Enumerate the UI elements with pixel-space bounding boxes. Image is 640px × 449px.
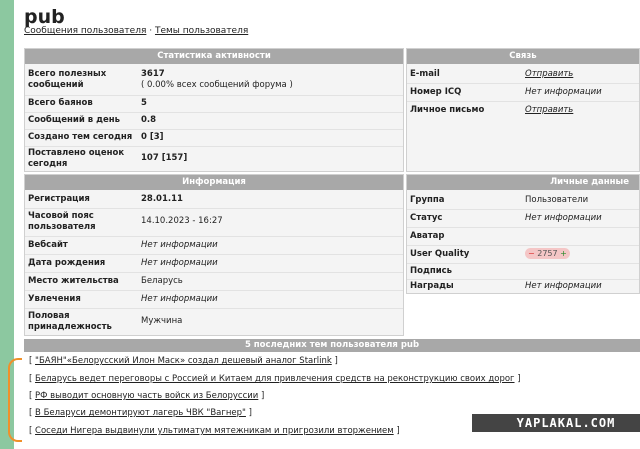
personal-label: Подпись [410, 266, 453, 276]
contact-label: Номер ICQ [410, 87, 462, 97]
contact-header: Связь [407, 49, 639, 64]
minus-vote-button[interactable]: − [528, 249, 535, 258]
info-label: Регистрация [28, 194, 90, 204]
site-watermark: YAPLAKAL.COM [472, 414, 640, 432]
stats-label: Всего баянов [28, 98, 93, 108]
info-label: Половая принадлежность [28, 311, 112, 332]
info-row-location: Место жительства Беларусь [25, 272, 403, 291]
info-row-registration: Регистрация 28.01.11 [25, 191, 403, 209]
contact-row-email: E-mail Отправить [407, 65, 639, 84]
personal-label: Награды [410, 281, 454, 291]
topic-item[interactable]: [ В Беларуси демонтируют лагерь ЧВК "Ваг… [29, 407, 252, 420]
info-label: Место жительства [28, 276, 119, 286]
contact-label: E-mail [410, 69, 440, 79]
personal-value: Нет информации [525, 213, 602, 223]
topic-link[interactable]: "БАЯН"«Белорусский Илон Маск» создал деш… [35, 356, 332, 366]
topic-link[interactable]: В Беларуси демонтируют лагерь ЧВК "Вагне… [35, 408, 246, 418]
stats-value: 5 [141, 98, 147, 108]
user-posts-link[interactable]: Сообщения пользователя [24, 26, 146, 36]
info-panel: Информация Регистрация 28.01.11 Часовой … [24, 174, 404, 336]
email-send-link[interactable]: Отправить [525, 69, 573, 80]
stats-value: 107 [157] [141, 153, 188, 163]
info-value: Нет информации [141, 294, 218, 304]
info-value: Нет информации [141, 240, 218, 250]
annotation-bracket [8, 358, 22, 442]
info-header: Информация [25, 175, 403, 190]
profile-page: pub Сообщения пользователя · Темы пользо… [24, 0, 640, 449]
topic-item[interactable]: [ Беларусь ведет переговоры с Россией и … [29, 373, 521, 386]
info-value: Мужчина [141, 316, 183, 326]
stats-label: Сообщений в день [28, 115, 120, 125]
personal-label: Статус [410, 213, 443, 223]
stats-row-useful-posts: Всего полезных сообщений 3617( 0.00% все… [25, 65, 403, 96]
personal-panel: Личные данные Группа Пользователи Статус… [406, 174, 640, 294]
info-row-gender: Половая принадлежность Мужчина [25, 308, 403, 336]
user-topics-link[interactable]: Темы пользователя [155, 26, 248, 36]
stats-value: 0.8 [141, 115, 157, 125]
personal-row-status: Статус Нет информации [407, 209, 639, 228]
topic-link[interactable]: Беларусь ведет переговоры с Россией и Ки… [35, 374, 514, 384]
stats-row-posts-per-day: Сообщений в день 0.8 [25, 112, 403, 130]
info-label: Увлечения [28, 294, 81, 304]
stats-header: Статистика активности [25, 49, 403, 64]
personal-value: Пользователи [525, 195, 589, 205]
personal-label: User Quality [410, 249, 470, 259]
stats-label: Создано тем сегодня [28, 132, 133, 142]
user-quality-badge: − 2757 + [525, 248, 570, 260]
info-value: 14.10.2023 - 16:27 [141, 216, 223, 226]
topic-item[interactable]: [ РФ выводит основную часть войск из Бел… [29, 390, 264, 403]
user-links: Сообщения пользователя · Темы пользовате… [24, 26, 248, 36]
stats-value: 0 [3] [141, 132, 164, 142]
personal-row-awards: Награды Нет информации [407, 279, 639, 294]
personal-label: Группа [410, 195, 445, 205]
info-row-birthday: Дата рождения Нет информации [25, 254, 403, 273]
personal-value: Нет информации [525, 281, 602, 291]
topics-header: 5 последних тем пользователя pub [24, 339, 640, 352]
topic-bracket-close: ] [393, 426, 400, 436]
links-separator: · [146, 26, 155, 36]
page-title: pub [24, 6, 65, 28]
topic-item[interactable]: [ Соседи Нигера выдвинули ультиматум мят… [29, 425, 400, 438]
stats-label: Поставлено оценок сегодня [28, 148, 125, 169]
info-value: 28.01.11 [141, 194, 183, 204]
info-label: Часовой пояс пользователя [28, 211, 96, 232]
topic-bracket-close: ] [258, 391, 265, 401]
contact-panel: Связь E-mail Отправить Номер ICQ Нет инф… [406, 48, 640, 172]
stats-row-topics-today: Создано тем сегодня 0 [3] [25, 129, 403, 147]
info-value: Нет информации [141, 258, 218, 268]
personal-row-group: Группа Пользователи [407, 191, 639, 210]
info-label: Вебсайт [28, 240, 68, 250]
stats-value: 3617( 0.00% всех сообщений форума ) [141, 69, 293, 91]
info-row-timezone: Часовой пояс пользователя 14.10.2023 - 1… [25, 208, 403, 237]
pm-send-link[interactable]: Отправить [525, 105, 573, 116]
topic-link[interactable]: Соседи Нигера выдвинули ультиматум мятеж… [35, 426, 394, 436]
topic-bracket-close: ] [331, 356, 338, 366]
info-row-hobbies: Увлечения Нет информации [25, 290, 403, 309]
useful-posts-count: 3617 [141, 69, 165, 79]
contact-value: Нет информации [525, 87, 602, 97]
topic-item[interactable]: [ "БАЯН"«Белорусский Илон Маск» создал д… [29, 355, 338, 368]
info-row-website: Вебсайт Нет информации [25, 236, 403, 255]
personal-label: Аватар [410, 231, 445, 241]
topic-bracket-close: ] [514, 374, 521, 384]
topic-link[interactable]: РФ выводит основную часть войск из Белор… [35, 391, 258, 401]
stats-row-bayans: Всего баянов 5 [25, 95, 403, 113]
quality-pill: − 2757 + [525, 248, 570, 259]
quality-score: 2757 [537, 249, 558, 258]
info-value: Беларусь [141, 276, 183, 286]
info-label: Дата рождения [28, 258, 106, 268]
personal-row-signature: Подпись [407, 263, 639, 280]
personal-row-quality: User Quality − 2757 + [407, 245, 639, 264]
topic-bracket-close: ] [245, 408, 252, 418]
plus-vote-button[interactable]: + [560, 249, 567, 258]
contact-row-pm: Личное письмо Отправить [407, 101, 639, 119]
stats-row-ratings-today: Поставлено оценок сегодня 107 [157] [25, 146, 403, 172]
stats-label: Всего полезных сообщений [28, 69, 107, 90]
stats-panel: Статистика активности Всего полезных соо… [24, 48, 404, 172]
useful-posts-share: ( 0.00% всех сообщений форума ) [141, 80, 293, 90]
personal-header: Личные данные [407, 175, 639, 190]
contact-row-icq: Номер ICQ Нет информации [407, 83, 639, 102]
contact-label: Личное письмо [410, 105, 485, 115]
personal-row-avatar: Аватар [407, 227, 639, 246]
